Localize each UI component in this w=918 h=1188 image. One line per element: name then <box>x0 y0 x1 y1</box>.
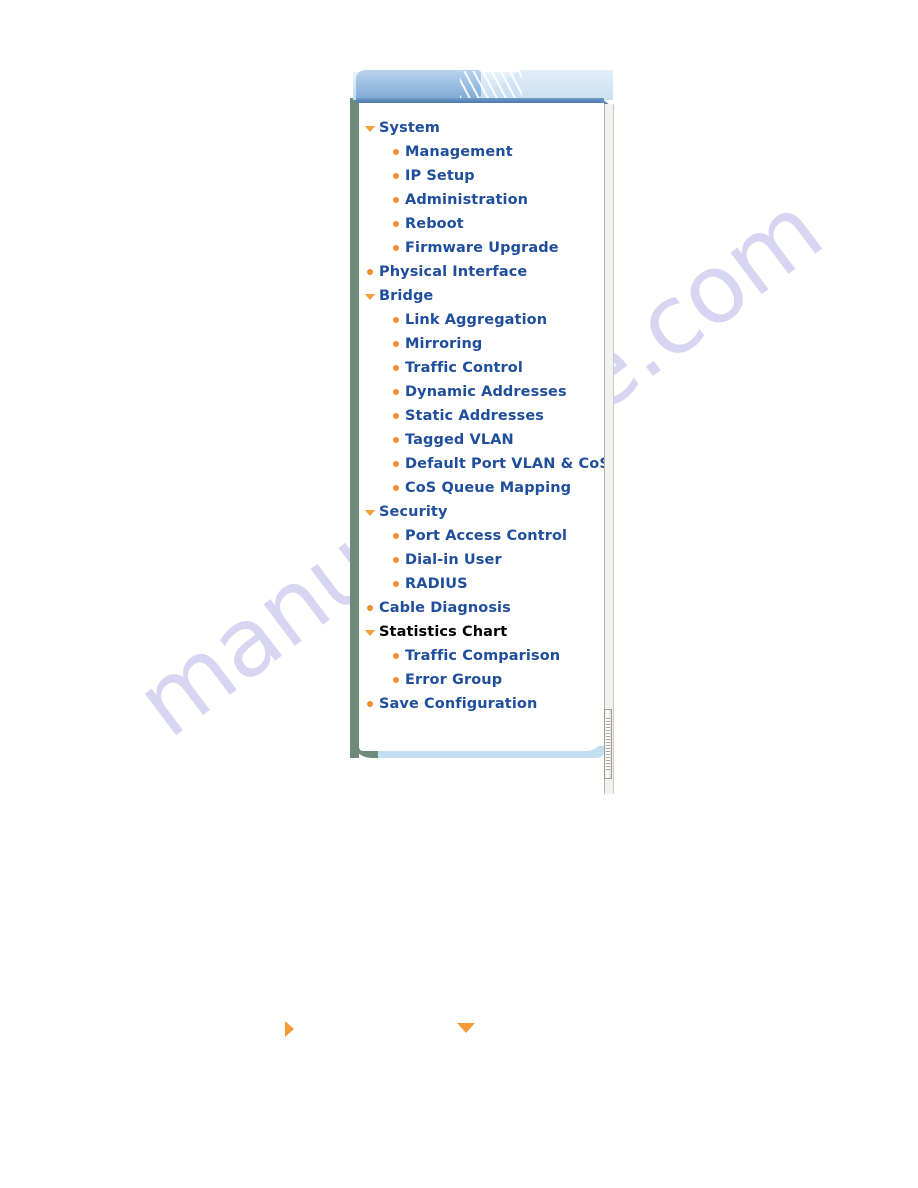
menu-item-label: Dial-in User <box>405 552 502 568</box>
menu-item-label: Bridge <box>379 288 434 304</box>
bullet-dot-icon <box>364 600 379 616</box>
menu-item-label: CoS Queue Mapping <box>405 480 572 496</box>
menu-item-label: Statistics Chart <box>379 624 508 640</box>
menu-item-label: Cable Diagnosis <box>379 600 511 616</box>
panel-left-spine <box>350 98 359 758</box>
bullet-dot-icon <box>364 264 379 280</box>
bullet-dot-icon <box>390 672 405 688</box>
menu-item-traffic-control[interactable]: Traffic Control <box>359 356 609 380</box>
menu-item-firmware-upgrade[interactable]: Firmware Upgrade <box>359 236 609 260</box>
triangle-down-icon[interactable] <box>364 624 379 640</box>
bullet-dot-icon <box>390 312 405 328</box>
bullet-dot-icon <box>390 648 405 664</box>
bullet-dot-icon <box>390 576 405 592</box>
menu-item-save-configuration[interactable]: Save Configuration <box>359 692 609 716</box>
scrollbar-thumb[interactable] <box>604 709 612 779</box>
bullet-dot-icon <box>390 144 405 160</box>
bullet-dot-icon <box>390 552 405 568</box>
menu-item-system[interactable]: System <box>359 116 609 140</box>
menu-item-label: Firmware Upgrade <box>405 240 559 256</box>
navigation-panel: System Management IP Setup Administration Re… <box>350 68 615 794</box>
menu-item-physical-interface[interactable]: Physical Interface <box>359 260 609 284</box>
triangle-down-icon[interactable] <box>364 120 379 136</box>
bullet-dot-icon <box>390 216 405 232</box>
menu-item-label: Administration <box>405 192 529 208</box>
bullet-dot-icon <box>390 168 405 184</box>
menu-item-link-aggregation[interactable]: Link Aggregation <box>359 308 609 332</box>
triangle-down-icon <box>457 1023 475 1033</box>
menu-item-label: Traffic Control <box>405 360 523 376</box>
menu-item-administration[interactable]: Administration <box>359 188 609 212</box>
triangle-down-icon[interactable] <box>364 504 379 520</box>
menu-item-dynamic-addresses[interactable]: Dynamic Addresses <box>359 380 609 404</box>
menu-item-tagged-vlan[interactable]: Tagged VLAN <box>359 428 609 452</box>
tab-strip <box>353 68 615 109</box>
bullet-dot-icon <box>390 384 405 400</box>
menu-item-default-port-vlan-and-cos[interactable]: Default Port VLAN & CoS <box>359 452 610 476</box>
bullet-dot-icon <box>390 456 405 472</box>
menu-item-label: Physical Interface <box>379 264 528 280</box>
bullet-dot-icon <box>364 696 379 712</box>
bullet-dot-icon <box>390 360 405 376</box>
menu-item-static-addresses[interactable]: Static Addresses <box>359 404 609 428</box>
bullet-dot-icon <box>390 480 405 496</box>
menu-item-reboot[interactable]: Reboot <box>359 212 609 236</box>
menu-item-label: Traffic Comparison <box>405 648 561 664</box>
bullet-dot-icon <box>390 192 405 208</box>
diagonal-stripes-icon <box>460 71 522 99</box>
menu-item-radius[interactable]: RADIUS <box>359 572 609 596</box>
bullet-dot-icon <box>390 408 405 424</box>
scrollbar-track[interactable] <box>604 104 614 794</box>
menu-item-label: IP Setup <box>405 168 475 184</box>
menu-item-traffic-comparison[interactable]: Traffic Comparison <box>359 644 609 668</box>
menu-tree: System Management IP Setup Administration Re… <box>359 116 610 716</box>
menu-item-dial-in-user[interactable]: Dial-in User <box>359 548 609 572</box>
triangle-down-icon[interactable] <box>364 288 379 304</box>
menu-item-bridge[interactable]: Bridge <box>359 284 609 308</box>
bullet-dot-icon <box>390 528 405 544</box>
menu-item-cable-diagnosis[interactable]: Cable Diagnosis <box>359 596 609 620</box>
bullet-dot-icon <box>390 336 405 352</box>
menu-item-label: Dynamic Addresses <box>405 384 567 400</box>
menu-item-label: Security <box>379 504 448 520</box>
bullet-dot-icon <box>390 432 405 448</box>
menu-item-statistics-chart[interactable]: Statistics Chart <box>359 620 609 644</box>
menu-item-mirroring[interactable]: Mirroring <box>359 332 609 356</box>
menu-item-label: Save Configuration <box>379 696 538 712</box>
menu-item-port-access-control[interactable]: Port Access Control <box>359 524 609 548</box>
menu-item-label: Port Access Control <box>405 528 568 544</box>
menu-item-label: RADIUS <box>405 576 468 592</box>
menu-item-label: Mirroring <box>405 336 483 352</box>
triangle-right-icon <box>285 1021 294 1037</box>
menu-item-label: Default Port VLAN & CoS <box>405 456 610 472</box>
menu-item-label: Error Group <box>405 672 503 688</box>
menu-item-label: System <box>379 120 441 136</box>
menu-item-security[interactable]: Security <box>359 500 609 524</box>
vertical-scrollbar[interactable] <box>602 104 614 794</box>
menu-item-management[interactable]: Management <box>359 140 609 164</box>
menu-item-label: Management <box>405 144 513 160</box>
menu-item-label: Reboot <box>405 216 464 232</box>
menu-item-cos-queue-mapping[interactable]: CoS Queue Mapping <box>359 476 609 500</box>
menu-item-ip-setup[interactable]: IP Setup <box>359 164 609 188</box>
scrollbar-thumb-grip <box>606 718 610 770</box>
menu-item-label: Link Aggregation <box>405 312 548 328</box>
menu-item-label: Tagged VLAN <box>405 432 514 448</box>
menu-item-error-group[interactable]: Error Group <box>359 668 609 692</box>
tab-strip-filler <box>519 70 613 100</box>
menu-item-label: Static Addresses <box>405 408 544 424</box>
bullet-dot-icon <box>390 240 405 256</box>
